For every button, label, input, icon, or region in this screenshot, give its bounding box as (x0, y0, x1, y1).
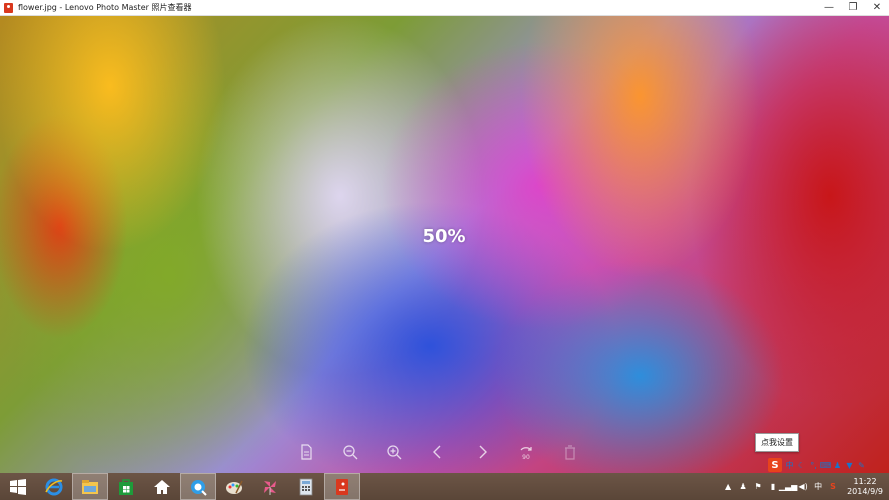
battery-icon[interactable]: ▮ (768, 482, 778, 492)
ime-toolbar: S 中 ☾ °, ⌨ ♟ ▼ ✎ (768, 458, 866, 472)
minimize-button[interactable]: — (817, 0, 841, 16)
rotate-90-icon[interactable]: 90 (515, 442, 537, 462)
flag-icon[interactable]: ⚑ (753, 482, 763, 492)
wrench-icon[interactable]: ✎ (857, 461, 866, 470)
zoom-out-icon[interactable] (339, 442, 361, 462)
internet-explorer-icon[interactable] (36, 473, 72, 500)
close-button[interactable]: ✕ (865, 0, 889, 16)
qq-icon[interactable]: ♟ (738, 482, 748, 492)
language-indicator[interactable]: 中 (813, 482, 823, 492)
ime-tooltip: 点我设置 (755, 433, 799, 452)
paint-icon[interactable] (216, 473, 252, 500)
windows-store-icon[interactable] (108, 473, 144, 500)
zoom-in-icon[interactable] (383, 442, 405, 462)
moon-icon[interactable]: ☾ (797, 461, 806, 470)
home-icon[interactable] (144, 473, 180, 500)
volume-icon[interactable]: ◀) (798, 482, 808, 492)
system-tray: ▲ ♟ ⚑ ▮ ▁▃▅ ◀) 中 S 11:22 2014/9/9 (723, 473, 889, 500)
clock-date: 2014/9/9 (847, 486, 883, 496)
browser-icon[interactable] (180, 473, 216, 500)
user-icon[interactable]: ♟ (833, 461, 842, 470)
file-explorer-icon[interactable] (72, 473, 108, 500)
photo-master-icon[interactable] (324, 473, 360, 500)
keyboard-icon[interactable]: ⌨ (820, 461, 832, 470)
viewer-toolbar: 90 (295, 442, 581, 462)
sogou-tray-icon[interactable]: S (828, 482, 838, 492)
pinwheel-app-icon[interactable] (252, 473, 288, 500)
restore-button[interactable]: ❐ (841, 0, 865, 16)
ime-mode-text[interactable]: 中 (785, 461, 794, 470)
file-info-icon[interactable] (295, 442, 317, 462)
zoom-level-label: 50% (422, 226, 466, 247)
title-bar: flower.jpg - Lenovo Photo Master 照片查看器 —… (0, 0, 889, 16)
network-icon[interactable]: ▁▃▅ (779, 482, 797, 492)
calculator-icon[interactable] (288, 473, 324, 500)
clock[interactable]: 11:22 2014/9/9 (847, 477, 883, 497)
photo-master-app-icon (4, 2, 13, 13)
window-title: flower.jpg - Lenovo Photo Master 照片查看器 (18, 3, 192, 12)
photo-canvas[interactable]: 50% 90 点我设置 S 中 ☾ °, ⌨ ♟ ▼ ✎ (0, 16, 889, 473)
rotate-label: 90 (522, 454, 530, 460)
windows-start-icon[interactable] (0, 473, 36, 500)
shirt-icon[interactable]: ▼ (845, 461, 854, 470)
sogou-ime-logo[interactable]: S (768, 458, 782, 472)
clock-time: 11:22 (853, 476, 877, 486)
delete-icon[interactable] (559, 442, 581, 462)
punctuation-icon[interactable]: °, (809, 461, 818, 470)
show-hidden-icons[interactable]: ▲ (723, 482, 733, 492)
next-icon[interactable] (471, 442, 493, 462)
previous-icon[interactable] (427, 442, 449, 462)
